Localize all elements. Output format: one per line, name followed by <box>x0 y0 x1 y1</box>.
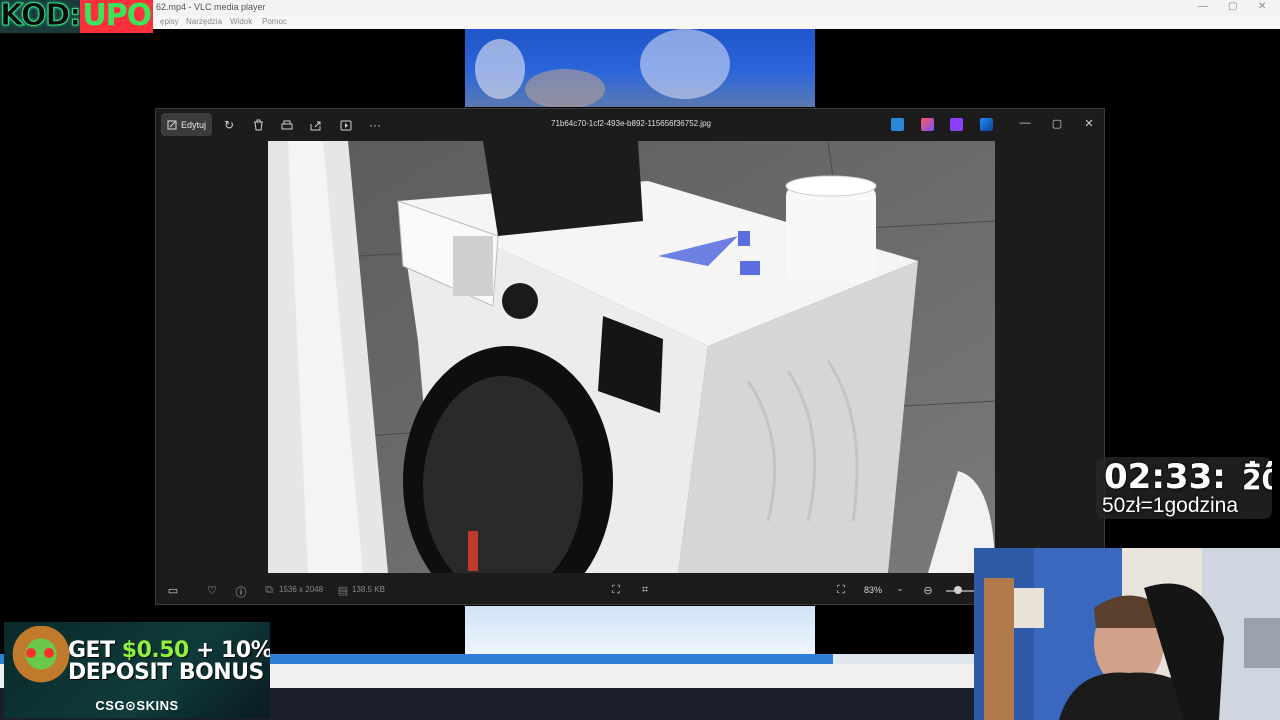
dimensions-icon: ⧉ <box>265 584 273 596</box>
maximize-button[interactable]: ▢ <box>1049 117 1065 130</box>
code-logo-upo: UPO <box>80 0 154 33</box>
image-dimensions: 1536 x 2048 <box>279 585 324 594</box>
print-icon[interactable] <box>278 116 296 134</box>
code-logo-kod: KOD: <box>0 0 82 33</box>
minimize-button[interactable]: — <box>1017 117 1033 129</box>
file-name: 71b64c70-1cf2-493e-b892-115656f36752.jpg <box>551 119 711 128</box>
slideshow-icon[interactable] <box>337 116 355 134</box>
vlc-minimize-button[interactable]: — <box>1198 1 1208 12</box>
vlc-menu-view[interactable]: Widok <box>230 17 252 26</box>
delete-icon[interactable] <box>249 116 267 134</box>
file-size-icon: ▤ <box>337 585 349 597</box>
vlc-menu-playlist[interactable]: ępisy <box>160 17 179 26</box>
video-frame-bottom <box>465 606 815 654</box>
vlc-window-title: 62.mp4 - VLC media player <box>156 2 266 12</box>
chevron-down-icon[interactable]: ⌄ <box>893 584 907 593</box>
edit-button[interactable]: Edytuj <box>161 113 212 136</box>
onedrive-icon[interactable] <box>980 118 993 131</box>
designer-app-icon[interactable] <box>891 118 904 131</box>
stream-code-logo: KOD:UPO <box>0 0 156 33</box>
favorite-icon[interactable]: ♡ <box>205 584 219 597</box>
vlc-menubar: ępisy Narzędzia Widok Pomoc <box>0 16 1280 29</box>
vlc-close-button[interactable]: ✕ <box>1258 1 1266 12</box>
crop-icon[interactable]: ⛶ <box>609 584 623 597</box>
timer-time: 02:33: <box>1104 457 1226 497</box>
rotate-icon[interactable]: ↻ <box>220 116 238 134</box>
ad-brand: CSG⊙SKINS <box>95 698 179 713</box>
timer-seconds-current: 20 <box>1242 463 1272 496</box>
photos-statusbar: ▭ ♡ ⓘ ⧉ 1536 x 2048 ▤ 138.5 KB ⛶ ⌗ ⛶ 83%… <box>156 577 1104 605</box>
sponsor-ad: GET $0.50 + 10% DEPOSIT BONUS CSG⊙SKINS <box>4 622 270 718</box>
zoom-slider-thumb[interactable] <box>954 586 962 594</box>
vlc-titlebar: 62.mp4 - VLC media player — ▢ ✕ <box>0 0 1280 16</box>
share-icon[interactable] <box>307 116 325 134</box>
visual-search-icon[interactable]: ⌗ <box>638 584 652 597</box>
clipchamp-video-icon[interactable] <box>950 118 963 131</box>
zoom-out-icon[interactable]: ⊖ <box>921 584 935 597</box>
fit-to-window-icon[interactable]: ⛶ <box>834 584 848 597</box>
goblin-mascot-icon <box>12 626 70 696</box>
timer-rate: 50zł=1godzina <box>1102 494 1239 517</box>
timer-seconds: 17 20 <box>1242 461 1272 499</box>
ad-subheadline: DEPOSIT BONUS <box>68 660 264 685</box>
filmstrip-icon[interactable]: ▭ <box>166 584 180 597</box>
clipchamp-app-icon[interactable] <box>921 118 934 131</box>
vlc-menu-tools[interactable]: Narzędzia <box>186 17 222 26</box>
vlc-menu-help[interactable]: Pomoc <box>262 17 287 26</box>
video-frame-top <box>465 29 815 107</box>
vlc-maximize-button[interactable]: ▢ <box>1228 1 1237 12</box>
edit-button-label: Edytuj <box>180 119 206 130</box>
photos-window: Edytuj ↻ ··· 71b64c70-1cf2-493e-b892-115… <box>155 108 1105 605</box>
webcam-feed <box>974 548 1280 720</box>
more-icon[interactable]: ··· <box>366 116 384 134</box>
edit-icon <box>167 120 177 129</box>
info-icon[interactable]: ⓘ <box>234 584 248 600</box>
close-button[interactable]: ✕ <box>1081 117 1097 130</box>
photos-toolbar: Edytuj ↻ ··· 71b64c70-1cf2-493e-b892-115… <box>156 109 1104 141</box>
file-size: 138.5 KB <box>352 585 385 594</box>
washing-machine-photo <box>268 141 995 573</box>
zoom-level[interactable]: 83% <box>864 585 882 595</box>
subathon-timer: 02:33: 17 20 50zł=1godzina <box>1096 457 1272 519</box>
photo-image[interactable] <box>268 141 995 573</box>
